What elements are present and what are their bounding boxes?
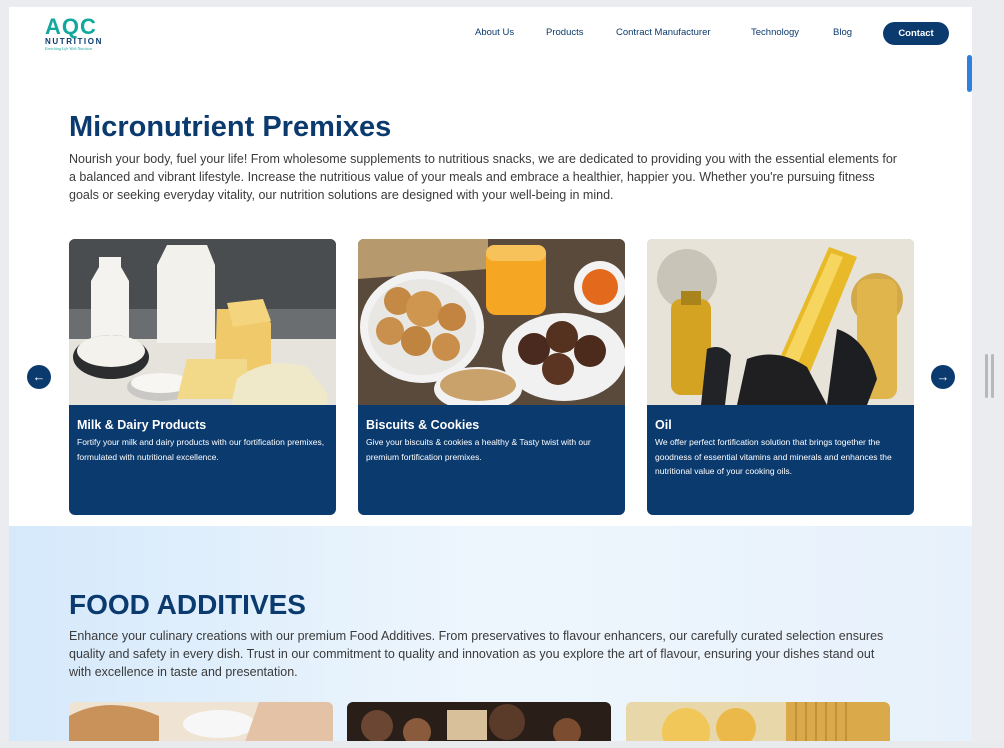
food-additives-title: FOOD ADDITIVES — [69, 589, 306, 620]
logo-tagline: Enriching Life With Nutrition — [45, 46, 93, 51]
card-title: Oil — [655, 418, 672, 432]
card-description: We offer perfect fortification solution … — [655, 437, 892, 476]
micronutrient-title: Micronutrient Premixes — [69, 111, 392, 143]
food-additives-description: Enhance your culinary creations with our… — [69, 629, 884, 679]
site-header: AQC NUTRITION Enriching Life With Nutrit… — [9, 7, 972, 63]
scroll-position-indicator[interactable] — [967, 55, 972, 92]
product-card-biscuits-cookies[interactable]: Biscuits & Cookies Give your biscuits & … — [358, 239, 625, 515]
arrow-left-icon: ← — [32, 369, 46, 384]
window-bottom-strip — [0, 741, 1004, 748]
card-description: Fortify your milk and dairy products wit… — [77, 437, 325, 462]
logo[interactable]: AQC NUTRITION Enriching Life With Nutrit… — [45, 14, 115, 52]
logo-wordmark: NUTRITION — [45, 37, 103, 46]
drag-handle-icon[interactable] — [985, 354, 999, 398]
card-title: Biscuits & Cookies — [366, 418, 480, 432]
product-card-milk-dairy[interactable]: Milk & Dairy Products Fortify your milk … — [69, 239, 336, 515]
nav-about-us[interactable]: About Us — [475, 27, 514, 38]
nav-products[interactable]: Products — [546, 27, 584, 38]
card-description: Give your biscuits & cookies a healthy &… — [366, 437, 591, 462]
logo-mark: AQC — [45, 14, 97, 39]
product-card-oil[interactable]: Oil We offer perfect fortification solut… — [647, 239, 914, 515]
carousel-prev-button[interactable]: ← — [27, 365, 51, 389]
contact-button[interactable]: Contact — [883, 22, 949, 45]
milk-dairy-image — [69, 239, 336, 405]
card-title: Milk & Dairy Products — [77, 418, 207, 432]
nav-blog[interactable]: Blog — [833, 27, 852, 38]
biscuits-cookies-image — [358, 239, 625, 405]
micronutrient-description: Nourish your body, fuel your life! From … — [69, 152, 897, 202]
oil-image — [647, 239, 914, 405]
carousel-next-button[interactable]: → — [931, 365, 955, 389]
page: AQC NUTRITION Enriching Life With Nutrit… — [9, 7, 972, 748]
nav-technology[interactable]: Technology — [751, 27, 799, 38]
nav-contract-manufacturer[interactable]: Contract Manufacturer — [616, 27, 711, 38]
arrow-right-icon: → — [936, 369, 950, 384]
